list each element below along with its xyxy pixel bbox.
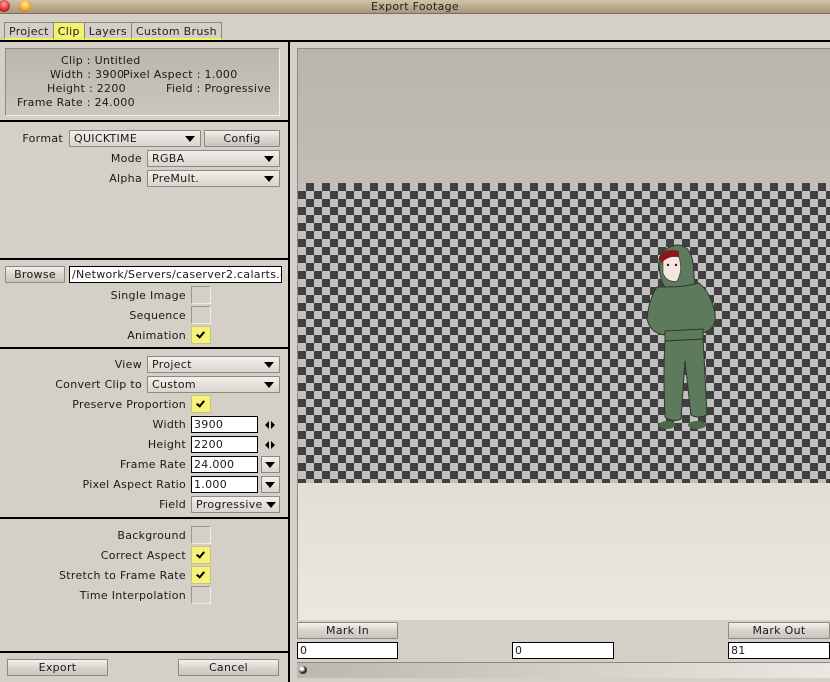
- correct-aspect-checkbox[interactable]: [191, 546, 211, 564]
- chevron-down-icon: [264, 156, 274, 162]
- format-value: QUICKTIME: [74, 132, 138, 145]
- chevron-down-icon: [265, 482, 275, 488]
- height-spinner[interactable]: [265, 440, 277, 450]
- preserve-proportion-checkbox[interactable]: [191, 395, 211, 413]
- chevron-down-icon: [264, 176, 274, 182]
- frame-rate-label: Frame Rate: [120, 458, 186, 471]
- current-frame-input[interactable]: 0: [512, 642, 614, 659]
- animation-label: Animation: [127, 329, 186, 342]
- mark-out-button[interactable]: Mark Out: [728, 622, 830, 639]
- field-label: Field: [159, 498, 186, 511]
- mode-label: Mode: [110, 152, 142, 165]
- mark-in-button[interactable]: Mark In: [297, 622, 398, 639]
- time-interpolation-label: Time Interpolation: [79, 589, 186, 602]
- width-input[interactable]: 3900: [191, 416, 258, 433]
- stretch-frame-rate-label: Stretch to Frame Rate: [58, 569, 186, 582]
- clip-info-panel: Clip : Untitled Width : 3900 Pixel Aspec…: [5, 48, 280, 116]
- alpha-label: Alpha: [109, 172, 142, 185]
- pixel-aspect-label: Pixel Aspect Ratio: [82, 478, 186, 491]
- config-button[interactable]: Config: [204, 130, 280, 147]
- width-label: Width: [152, 418, 186, 431]
- browse-button[interactable]: Browse: [5, 266, 65, 283]
- mode-value: RGBA: [152, 152, 185, 165]
- convert-clip-dropdown[interactable]: Custom: [147, 376, 280, 393]
- divider: [0, 347, 288, 349]
- tab-clip[interactable]: Clip: [52, 22, 84, 40]
- clip-frame-rate-info: Frame Rate : 24.000: [17, 96, 135, 109]
- single-image-label: Single Image: [110, 289, 186, 302]
- height-label: Height: [147, 438, 186, 451]
- divider: [0, 517, 288, 519]
- convert-clip-value: Custom: [152, 378, 196, 391]
- clip-height-info: Height : 2200: [47, 82, 126, 95]
- mark-out-input[interactable]: 81: [728, 642, 830, 659]
- chevron-down-icon: [264, 362, 274, 368]
- tab-bar: Project Clip Layers Custom Brush: [4, 22, 222, 40]
- chevron-down-icon: [265, 462, 275, 468]
- timeline-slider[interactable]: [297, 662, 830, 678]
- width-spinner[interactable]: [265, 420, 277, 430]
- correct-aspect-label: Correct Aspect: [100, 549, 186, 562]
- arrow-left-icon: [265, 421, 269, 429]
- field-dropdown[interactable]: Progressive: [191, 496, 280, 513]
- time-interpolation-checkbox[interactable]: [191, 586, 211, 604]
- checkmark-icon: [196, 549, 205, 559]
- clip-width-info: Width : 3900: [50, 68, 125, 81]
- divider: [0, 258, 288, 260]
- preview-viewport: [297, 48, 830, 620]
- mode-dropdown[interactable]: RGBA: [147, 150, 280, 167]
- chevron-down-icon: [185, 136, 195, 142]
- view-label: View: [114, 358, 142, 371]
- tab-project[interactable]: Project: [4, 22, 53, 40]
- chevron-down-icon: [266, 502, 276, 508]
- title-bar: Export Footage: [0, 0, 830, 14]
- output-path-input[interactable]: /Network/Servers/caserver2.calarts.edu: [69, 266, 282, 283]
- frame-rate-input[interactable]: 24.000: [191, 456, 258, 473]
- mark-in-input[interactable]: 0: [297, 642, 398, 659]
- character-illustration: [646, 244, 716, 429]
- alpha-dropdown[interactable]: PreMult.: [147, 170, 280, 187]
- preserve-proportion-label: Preserve Proportion: [72, 398, 186, 411]
- checkmark-icon: [196, 329, 205, 339]
- height-input[interactable]: 2200: [191, 436, 258, 453]
- background-label: Background: [117, 529, 186, 542]
- panel-divider: [288, 40, 290, 682]
- checkmark-icon: [196, 398, 205, 408]
- pixel-aspect-input[interactable]: 1.000: [191, 476, 258, 493]
- sequence-checkbox[interactable]: [191, 306, 211, 324]
- window-title: Export Footage: [371, 0, 459, 13]
- clip-pixel-aspect-info: Pixel Aspect : 1.000: [123, 68, 238, 81]
- clip-field-info: Field : Progressive: [166, 82, 272, 95]
- divider: [0, 40, 830, 42]
- animation-checkbox[interactable]: [191, 326, 211, 344]
- single-image-checkbox[interactable]: [191, 286, 211, 304]
- view-value: Project: [152, 358, 192, 371]
- field-value: Progressive: [196, 498, 263, 511]
- divider: [0, 651, 288, 653]
- slider-handle[interactable]: [299, 666, 307, 674]
- convert-clip-label: Convert Clip to: [55, 378, 142, 391]
- format-dropdown[interactable]: QUICKTIME: [69, 130, 201, 147]
- tab-custom-brush[interactable]: Custom Brush: [130, 22, 222, 40]
- cancel-button[interactable]: Cancel: [178, 659, 279, 676]
- arrow-right-icon: [271, 441, 275, 449]
- clip-name-info: Clip : Untitled: [61, 54, 141, 67]
- alpha-value: PreMult.: [152, 172, 200, 185]
- chevron-down-icon: [264, 382, 274, 388]
- arrow-right-icon: [271, 421, 275, 429]
- transparency-checkerboard: [298, 183, 830, 483]
- tab-layers[interactable]: Layers: [83, 22, 131, 40]
- frame-rate-dropdown-button[interactable]: [261, 456, 280, 473]
- stretch-frame-rate-checkbox[interactable]: [191, 566, 211, 584]
- checkmark-icon: [196, 569, 205, 579]
- format-label: Format: [22, 132, 63, 145]
- view-dropdown[interactable]: Project: [147, 356, 280, 373]
- pixel-aspect-dropdown-button[interactable]: [261, 476, 280, 493]
- arrow-left-icon: [265, 441, 269, 449]
- divider: [0, 120, 288, 122]
- background-checkbox[interactable]: [191, 526, 211, 544]
- sequence-label: Sequence: [129, 309, 186, 322]
- export-button[interactable]: Export: [7, 659, 108, 676]
